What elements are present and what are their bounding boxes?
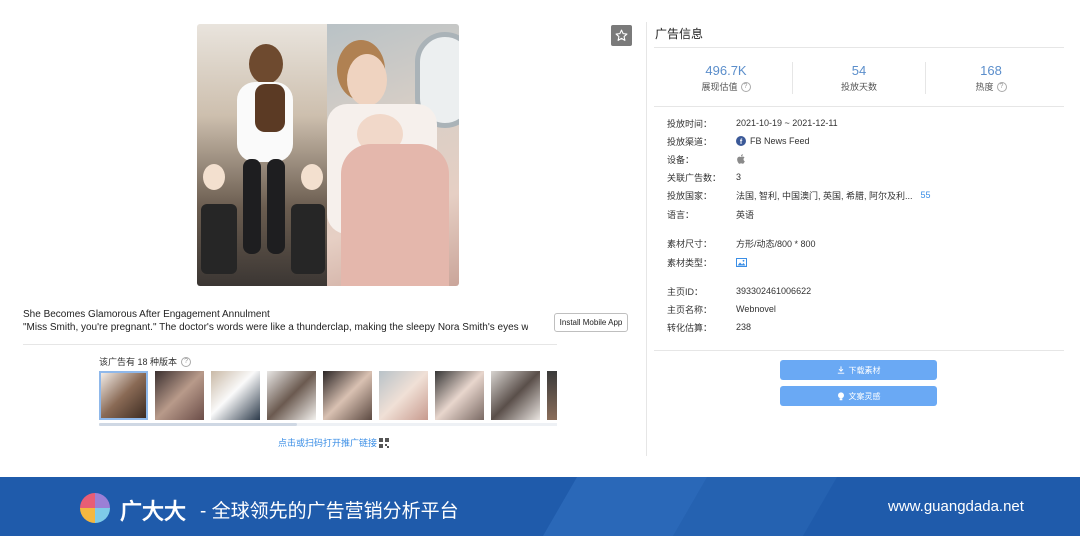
- copy-inspiration-label: 文案灵感: [848, 391, 881, 401]
- column-divider: [646, 22, 647, 456]
- help-icon[interactable]: ?: [740, 81, 751, 92]
- versions-label: 该广告有 18 种版本 ?: [99, 355, 192, 368]
- image-icon: [736, 257, 747, 267]
- scrollbar-thumb[interactable]: [99, 423, 297, 426]
- version-thumbnails: [99, 371, 557, 421]
- info-value: 英语: [736, 209, 755, 220]
- info-value: FB News Feed: [750, 136, 810, 146]
- info-row-language: 语言： 英语: [667, 208, 754, 220]
- stat-value: 496.7K: [705, 63, 747, 78]
- thumbnails-scrollbar[interactable]: [99, 423, 557, 426]
- info-value: 2021-10-19 ~ 2021-12-11: [736, 118, 838, 128]
- brand-name: 广大大: [120, 499, 187, 524]
- help-icon[interactable]: ?: [996, 81, 1007, 92]
- ad-body-text: "Miss Smith, you're pregnant." The docto…: [23, 322, 528, 333]
- download-material-button[interactable]: 下载素材: [780, 360, 937, 380]
- lightbulb-icon: [837, 391, 844, 400]
- info-value: 393302461006622: [736, 286, 812, 296]
- install-mobile-app-button[interactable]: Install Mobile App: [554, 313, 628, 332]
- version-thumbnail[interactable]: [435, 371, 484, 420]
- info-row-related: 关联广告数： 3: [667, 171, 741, 183]
- stat-heat: 168 热度?: [931, 63, 1051, 93]
- creative-photo-right: [327, 24, 459, 286]
- ad-title: She Becomes Glamorous After Engagement A…: [23, 309, 270, 320]
- info-value: 方形/动态/800 * 800: [736, 238, 816, 249]
- info-row-channel: 投放渠道： f FB News Feed: [667, 135, 810, 147]
- info-label: 投放时间：: [667, 118, 713, 129]
- info-label: 主页ID：: [667, 286, 704, 297]
- stat-value: 168: [980, 63, 1002, 78]
- info-value: 法国, 智利, 中国澳门, 英国, 希腊, 阿尔及利...: [736, 190, 913, 201]
- stat-impressions: 496.7K 展现估值?: [666, 63, 786, 93]
- site-url: www.guangdada.net: [888, 498, 1024, 515]
- facebook-icon: f: [736, 136, 746, 146]
- stat-label: 展现估值: [701, 82, 738, 92]
- info-label: 主页名称：: [667, 304, 713, 315]
- stat-label: 热度: [975, 82, 994, 92]
- divider: [23, 344, 557, 345]
- divider: [654, 106, 1064, 107]
- info-value: 3: [736, 172, 742, 182]
- help-icon[interactable]: ?: [181, 356, 192, 367]
- info-row-size: 素材尺寸： 方形/动态/800 * 800: [667, 237, 816, 249]
- copy-inspiration-button[interactable]: 文案灵感: [780, 386, 937, 406]
- apple-icon: [737, 154, 745, 164]
- panel-title: 广告信息: [655, 27, 704, 41]
- info-label: 投放国家：: [667, 190, 713, 201]
- divider: [654, 350, 1064, 351]
- versions-count-text: 该广告有 18 种版本: [99, 357, 178, 367]
- qr-code-icon[interactable]: [379, 437, 390, 448]
- divider: [654, 47, 1064, 48]
- version-thumbnail[interactable]: [491, 371, 540, 420]
- stat-value: 54: [851, 63, 867, 78]
- divider: [792, 62, 793, 94]
- divider: [925, 62, 926, 94]
- info-label: 设备：: [667, 154, 695, 165]
- info-label: 转化估算：: [667, 322, 713, 333]
- ad-creative-image[interactable]: [197, 24, 459, 286]
- info-label: 关联广告数：: [667, 172, 722, 183]
- info-row-page-name: 主页名称： Webnovel: [667, 303, 776, 315]
- info-row-conversion: 转化估算： 238: [667, 321, 751, 333]
- version-thumbnail[interactable]: [99, 371, 148, 420]
- info-row-device: 设备：: [667, 153, 747, 165]
- info-row-page-id: 主页ID： 393302461006622: [667, 285, 811, 297]
- country-count-link[interactable]: 55: [921, 190, 931, 200]
- version-thumbnail[interactable]: [323, 371, 372, 420]
- creative-photo-left: [197, 24, 327, 286]
- info-row-type: 素材类型：: [667, 256, 747, 268]
- stat-days: 54 投放天数: [799, 63, 919, 93]
- info-label: 素材类型：: [667, 257, 713, 268]
- info-row-country: 投放国家： 法国, 智利, 中国澳门, 英国, 希腊, 阿尔及利... 55: [667, 189, 931, 201]
- info-label: 语言：: [667, 209, 695, 220]
- open-promo-link[interactable]: 点击或扫码打开推广链接: [278, 436, 390, 449]
- version-thumbnail[interactable]: [267, 371, 316, 420]
- download-icon: [837, 366, 844, 374]
- version-thumbnail[interactable]: [379, 371, 428, 420]
- download-material-label: 下载素材: [848, 365, 881, 375]
- version-thumbnail[interactable]: [155, 371, 204, 420]
- version-thumbnail[interactable]: [547, 371, 557, 420]
- version-thumbnail[interactable]: [211, 371, 260, 420]
- guangdada-logo-icon: [80, 493, 110, 523]
- footer-banner: 广大大 - 全球领先的广告营销分析平台 www.guangdada.net: [0, 477, 1080, 536]
- info-value: Webnovel: [736, 304, 776, 314]
- favorite-star-icon[interactable]: [611, 25, 632, 46]
- brand-slogan: - 全球领先的广告营销分析平台: [200, 501, 459, 522]
- info-label: 投放渠道：: [667, 136, 713, 147]
- info-value: 238: [736, 322, 752, 332]
- info-row-period: 投放时间： 2021-10-19 ~ 2021-12-11: [667, 117, 838, 129]
- open-promo-link-text: 点击或扫码打开推广链接: [278, 438, 378, 448]
- stat-label: 投放天数: [840, 82, 877, 92]
- info-label: 素材尺寸：: [667, 238, 713, 249]
